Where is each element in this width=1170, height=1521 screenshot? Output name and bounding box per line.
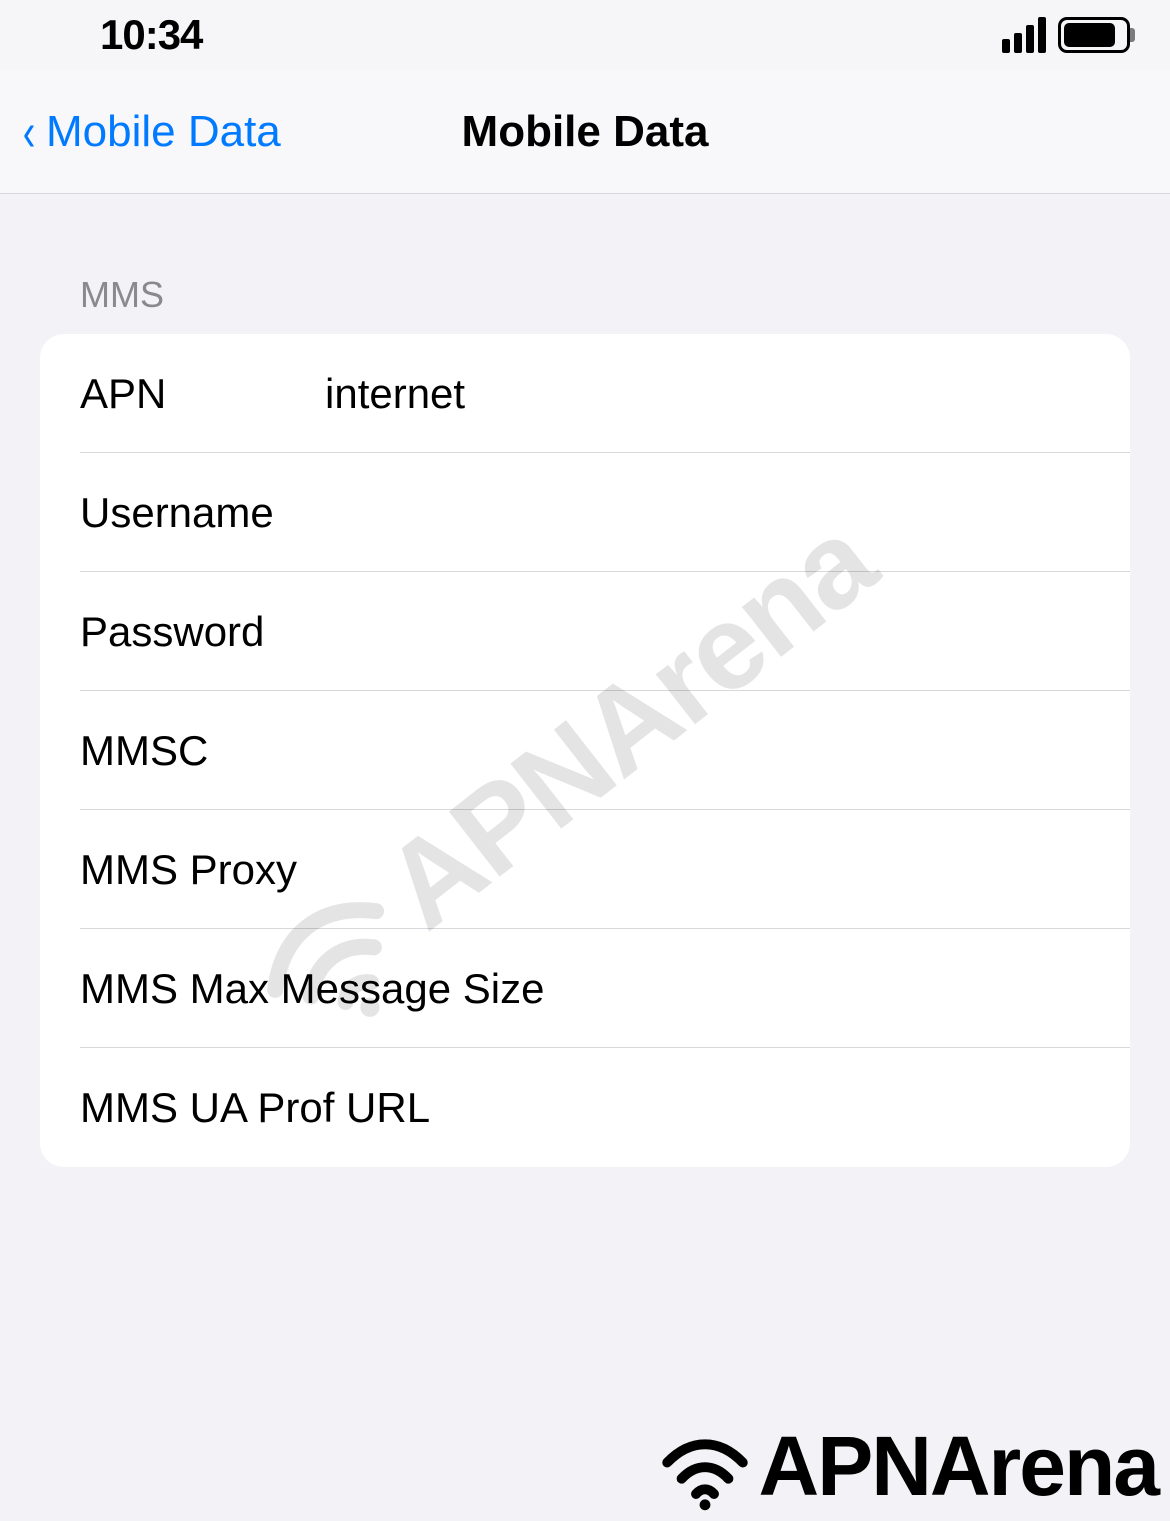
row-mms-ua-prof[interactable]: MMS UA Prof URL: [40, 1048, 1130, 1167]
label-mms-proxy: MMS Proxy: [80, 846, 297, 894]
battery-icon: [1058, 17, 1130, 53]
back-button[interactable]: ‹ Mobile Data: [20, 105, 281, 159]
mms-settings-group: APN Username Password MMSC MMS Proxy MMS…: [40, 334, 1130, 1167]
input-username[interactable]: [325, 489, 1090, 537]
label-password: Password: [80, 608, 325, 656]
row-apn[interactable]: APN: [40, 334, 1130, 453]
input-password[interactable]: [325, 608, 1090, 656]
input-mmsc[interactable]: [325, 727, 1090, 775]
status-bar: 10:34: [0, 0, 1170, 70]
label-apn: APN: [80, 370, 325, 418]
wifi-icon: [655, 1422, 755, 1512]
label-mms-max-size: MMS Max Message Size: [80, 965, 544, 1013]
row-mmsc[interactable]: MMSC: [40, 691, 1130, 810]
status-indicators: [1002, 17, 1130, 53]
input-mms-max-size[interactable]: [544, 965, 1090, 1013]
cellular-signal-icon: [1002, 17, 1046, 53]
label-mms-ua-prof: MMS UA Prof URL: [80, 1084, 430, 1132]
input-apn[interactable]: [325, 370, 1090, 418]
row-mms-proxy[interactable]: MMS Proxy: [40, 810, 1130, 929]
nav-bar: ‹ Mobile Data Mobile Data: [0, 70, 1170, 194]
row-password[interactable]: Password: [40, 572, 1130, 691]
brand-text: APNArena: [759, 1418, 1158, 1515]
status-time: 10:34: [100, 11, 202, 59]
row-mms-max-size[interactable]: MMS Max Message Size: [40, 929, 1130, 1048]
brand-logo: APNArena: [655, 1418, 1158, 1515]
row-username[interactable]: Username: [40, 453, 1130, 572]
chevron-left-icon: ‹: [23, 105, 36, 159]
input-mms-proxy[interactable]: [297, 846, 1090, 894]
label-mmsc: MMSC: [80, 727, 325, 775]
section-header-mms: MMS: [0, 194, 1170, 334]
back-button-label: Mobile Data: [46, 107, 281, 157]
page-title: Mobile Data: [462, 107, 709, 157]
input-mms-ua-prof[interactable]: [430, 1084, 1090, 1132]
label-username: Username: [80, 489, 325, 537]
